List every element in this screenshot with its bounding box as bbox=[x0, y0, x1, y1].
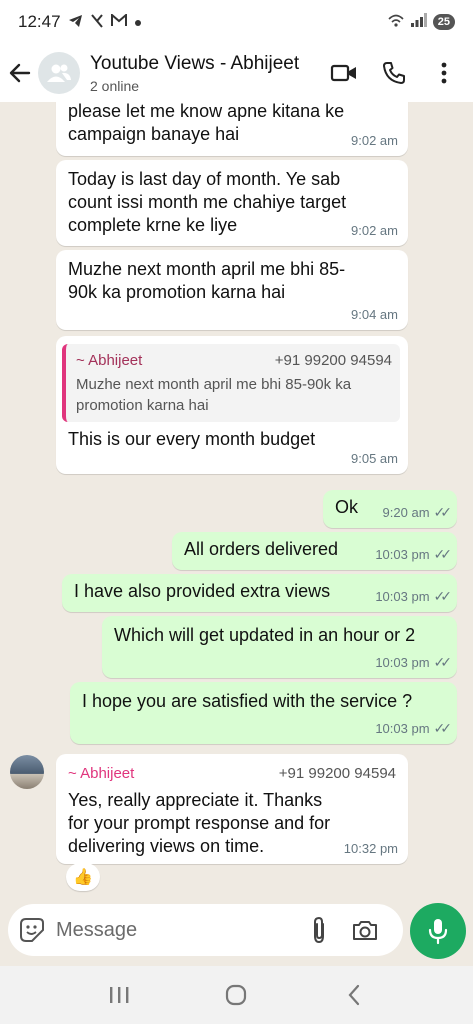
message-time: 10:03 pm ✓✓ bbox=[375, 717, 453, 740]
incoming-message[interactable]: ~ Abhijeet +91 99200 94594 Muzhe next mo… bbox=[56, 336, 408, 474]
read-ticks-icon: ✓✓ bbox=[433, 504, 453, 520]
status-right: 25 bbox=[387, 12, 455, 32]
quote-text: Muzhe next month april me bhi 85-90k ka … bbox=[76, 376, 352, 414]
sticker-icon bbox=[20, 918, 44, 942]
message-time: 10:03 pm ✓✓ bbox=[375, 543, 453, 566]
time-text: 10:03 pm bbox=[375, 547, 430, 562]
sender-phone: +91 99200 94594 bbox=[278, 765, 396, 782]
read-ticks-icon: ✓✓ bbox=[433, 720, 453, 736]
read-ticks-icon: ✓✓ bbox=[433, 654, 453, 670]
status-left: 12:47 bbox=[18, 12, 142, 32]
time-text: 10:03 pm bbox=[375, 589, 430, 604]
gmail-icon bbox=[110, 12, 127, 30]
video-call-icon bbox=[330, 64, 356, 82]
message-time: 9:05 am bbox=[351, 451, 398, 466]
sticker-button[interactable] bbox=[8, 917, 56, 943]
back-nav-button[interactable] bbox=[324, 975, 384, 1015]
message-time: 10:03 pm ✓✓ bbox=[375, 651, 453, 674]
telegram-icon bbox=[68, 14, 83, 31]
paperclip-icon bbox=[314, 916, 324, 944]
voice-record-button[interactable] bbox=[410, 903, 466, 959]
status-time: 12:47 bbox=[18, 12, 61, 31]
battery-indicator: 25 bbox=[432, 14, 455, 30]
more-options-icon bbox=[441, 62, 447, 84]
quoted-message[interactable]: ~ Abhijeet +91 99200 94594 Muzhe next mo… bbox=[62, 344, 400, 422]
message-time: 10:03 pm ✓✓ bbox=[375, 585, 453, 608]
incoming-message[interactable]: Muzhe next month april me bhi 85-90k ka … bbox=[56, 250, 408, 330]
message-list[interactable]: please let me know apne kitana ke campai… bbox=[0, 102, 473, 902]
message-text: Which will get updated in an hour or 2 bbox=[114, 625, 416, 645]
home-icon bbox=[226, 984, 247, 1006]
camera-icon bbox=[353, 921, 377, 940]
outgoing-message[interactable]: Ok 9:20 am ✓✓ bbox=[323, 490, 457, 528]
read-ticks-icon: ✓✓ bbox=[433, 546, 453, 562]
time-text: 10:03 pm bbox=[375, 655, 430, 670]
video-call-button[interactable] bbox=[319, 44, 369, 102]
dot-icon bbox=[134, 14, 142, 30]
message-text: I hope you are satisfied with the servic… bbox=[82, 691, 413, 711]
read-ticks-icon: ✓✓ bbox=[433, 588, 453, 604]
chat-title-block[interactable]: Youtube Views - Abhijeet 2 online bbox=[90, 53, 312, 94]
recents-button[interactable] bbox=[89, 975, 149, 1015]
incoming-message[interactable]: Today is last day of month. Ye sab count… bbox=[56, 160, 408, 246]
chat-title: Youtube Views - Abhijeet bbox=[90, 52, 300, 74]
message-time: 9:20 am ✓✓ bbox=[382, 501, 453, 524]
back-arrow-icon bbox=[9, 63, 31, 83]
home-button[interactable] bbox=[206, 975, 266, 1015]
attach-button[interactable] bbox=[296, 916, 342, 944]
time-text: 9:20 am bbox=[382, 505, 430, 520]
sender-name: ~ Abhijeet bbox=[68, 765, 135, 782]
outgoing-message[interactable]: Which will get updated in an hour or 2 1… bbox=[102, 616, 457, 678]
thumbs-up-reaction[interactable]: 👍 bbox=[66, 863, 100, 891]
quote-header: ~ Abhijeet +91 99200 94594 bbox=[76, 349, 392, 372]
phone-icon bbox=[383, 62, 405, 84]
message-time: 9:04 am bbox=[351, 307, 398, 322]
message-text: This is our every month budget bbox=[68, 429, 316, 449]
camera-button[interactable] bbox=[342, 918, 388, 942]
microphone-icon bbox=[428, 919, 448, 945]
back-chevron-icon bbox=[348, 984, 360, 1006]
outgoing-message[interactable]: All orders delivered 10:03 pm ✓✓ bbox=[172, 532, 457, 570]
quote-author: ~ Abhijeet bbox=[76, 352, 143, 369]
back-button[interactable] bbox=[2, 44, 38, 102]
recents-icon bbox=[109, 987, 129, 1003]
message-composer bbox=[8, 904, 403, 956]
chat-header: Youtube Views - Abhijeet 2 online bbox=[0, 44, 473, 102]
outgoing-message[interactable]: I hope you are satisfied with the servic… bbox=[70, 682, 457, 744]
outgoing-message[interactable]: I have also provided extra views 10:03 p… bbox=[62, 574, 457, 612]
message-time: 9:02 am bbox=[351, 133, 398, 148]
sender-avatar[interactable] bbox=[10, 755, 44, 789]
incoming-message[interactable]: please let me know apne kitana ke campai… bbox=[56, 102, 408, 156]
message-text: Yes, really appreciate it. Thanks for yo… bbox=[68, 790, 336, 856]
message-text: Muzhe next month april me bhi 85-90k ka … bbox=[68, 259, 346, 302]
group-avatar-icon bbox=[47, 64, 71, 82]
status-bar: 12:47 25 bbox=[0, 0, 473, 44]
quote-phone: +91 99200 94594 bbox=[274, 352, 392, 369]
incoming-message[interactable]: ~ Abhijeet +91 99200 94594 Yes, really a… bbox=[56, 754, 408, 864]
sender-row: ~ Abhijeet +91 99200 94594 bbox=[68, 762, 396, 785]
message-time: 9:02 am bbox=[351, 223, 398, 238]
signal-icon bbox=[410, 12, 427, 32]
message-time: 10:32 pm bbox=[343, 841, 398, 856]
voice-call-button[interactable] bbox=[369, 44, 419, 102]
message-input[interactable] bbox=[56, 918, 296, 942]
time-text: 10:03 pm bbox=[375, 721, 430, 736]
system-nav-bar bbox=[0, 966, 473, 1024]
message-text: please let me know apne kitana ke campai… bbox=[68, 102, 350, 144]
header-actions bbox=[319, 44, 469, 102]
message-text: Today is last day of month. Ye sab count… bbox=[68, 169, 352, 235]
alarm-icon bbox=[387, 12, 405, 32]
more-options-button[interactable] bbox=[419, 44, 469, 102]
chat-subtitle: 2 online bbox=[90, 77, 140, 94]
group-avatar[interactable] bbox=[38, 52, 80, 94]
tiktok-icon bbox=[90, 13, 104, 31]
